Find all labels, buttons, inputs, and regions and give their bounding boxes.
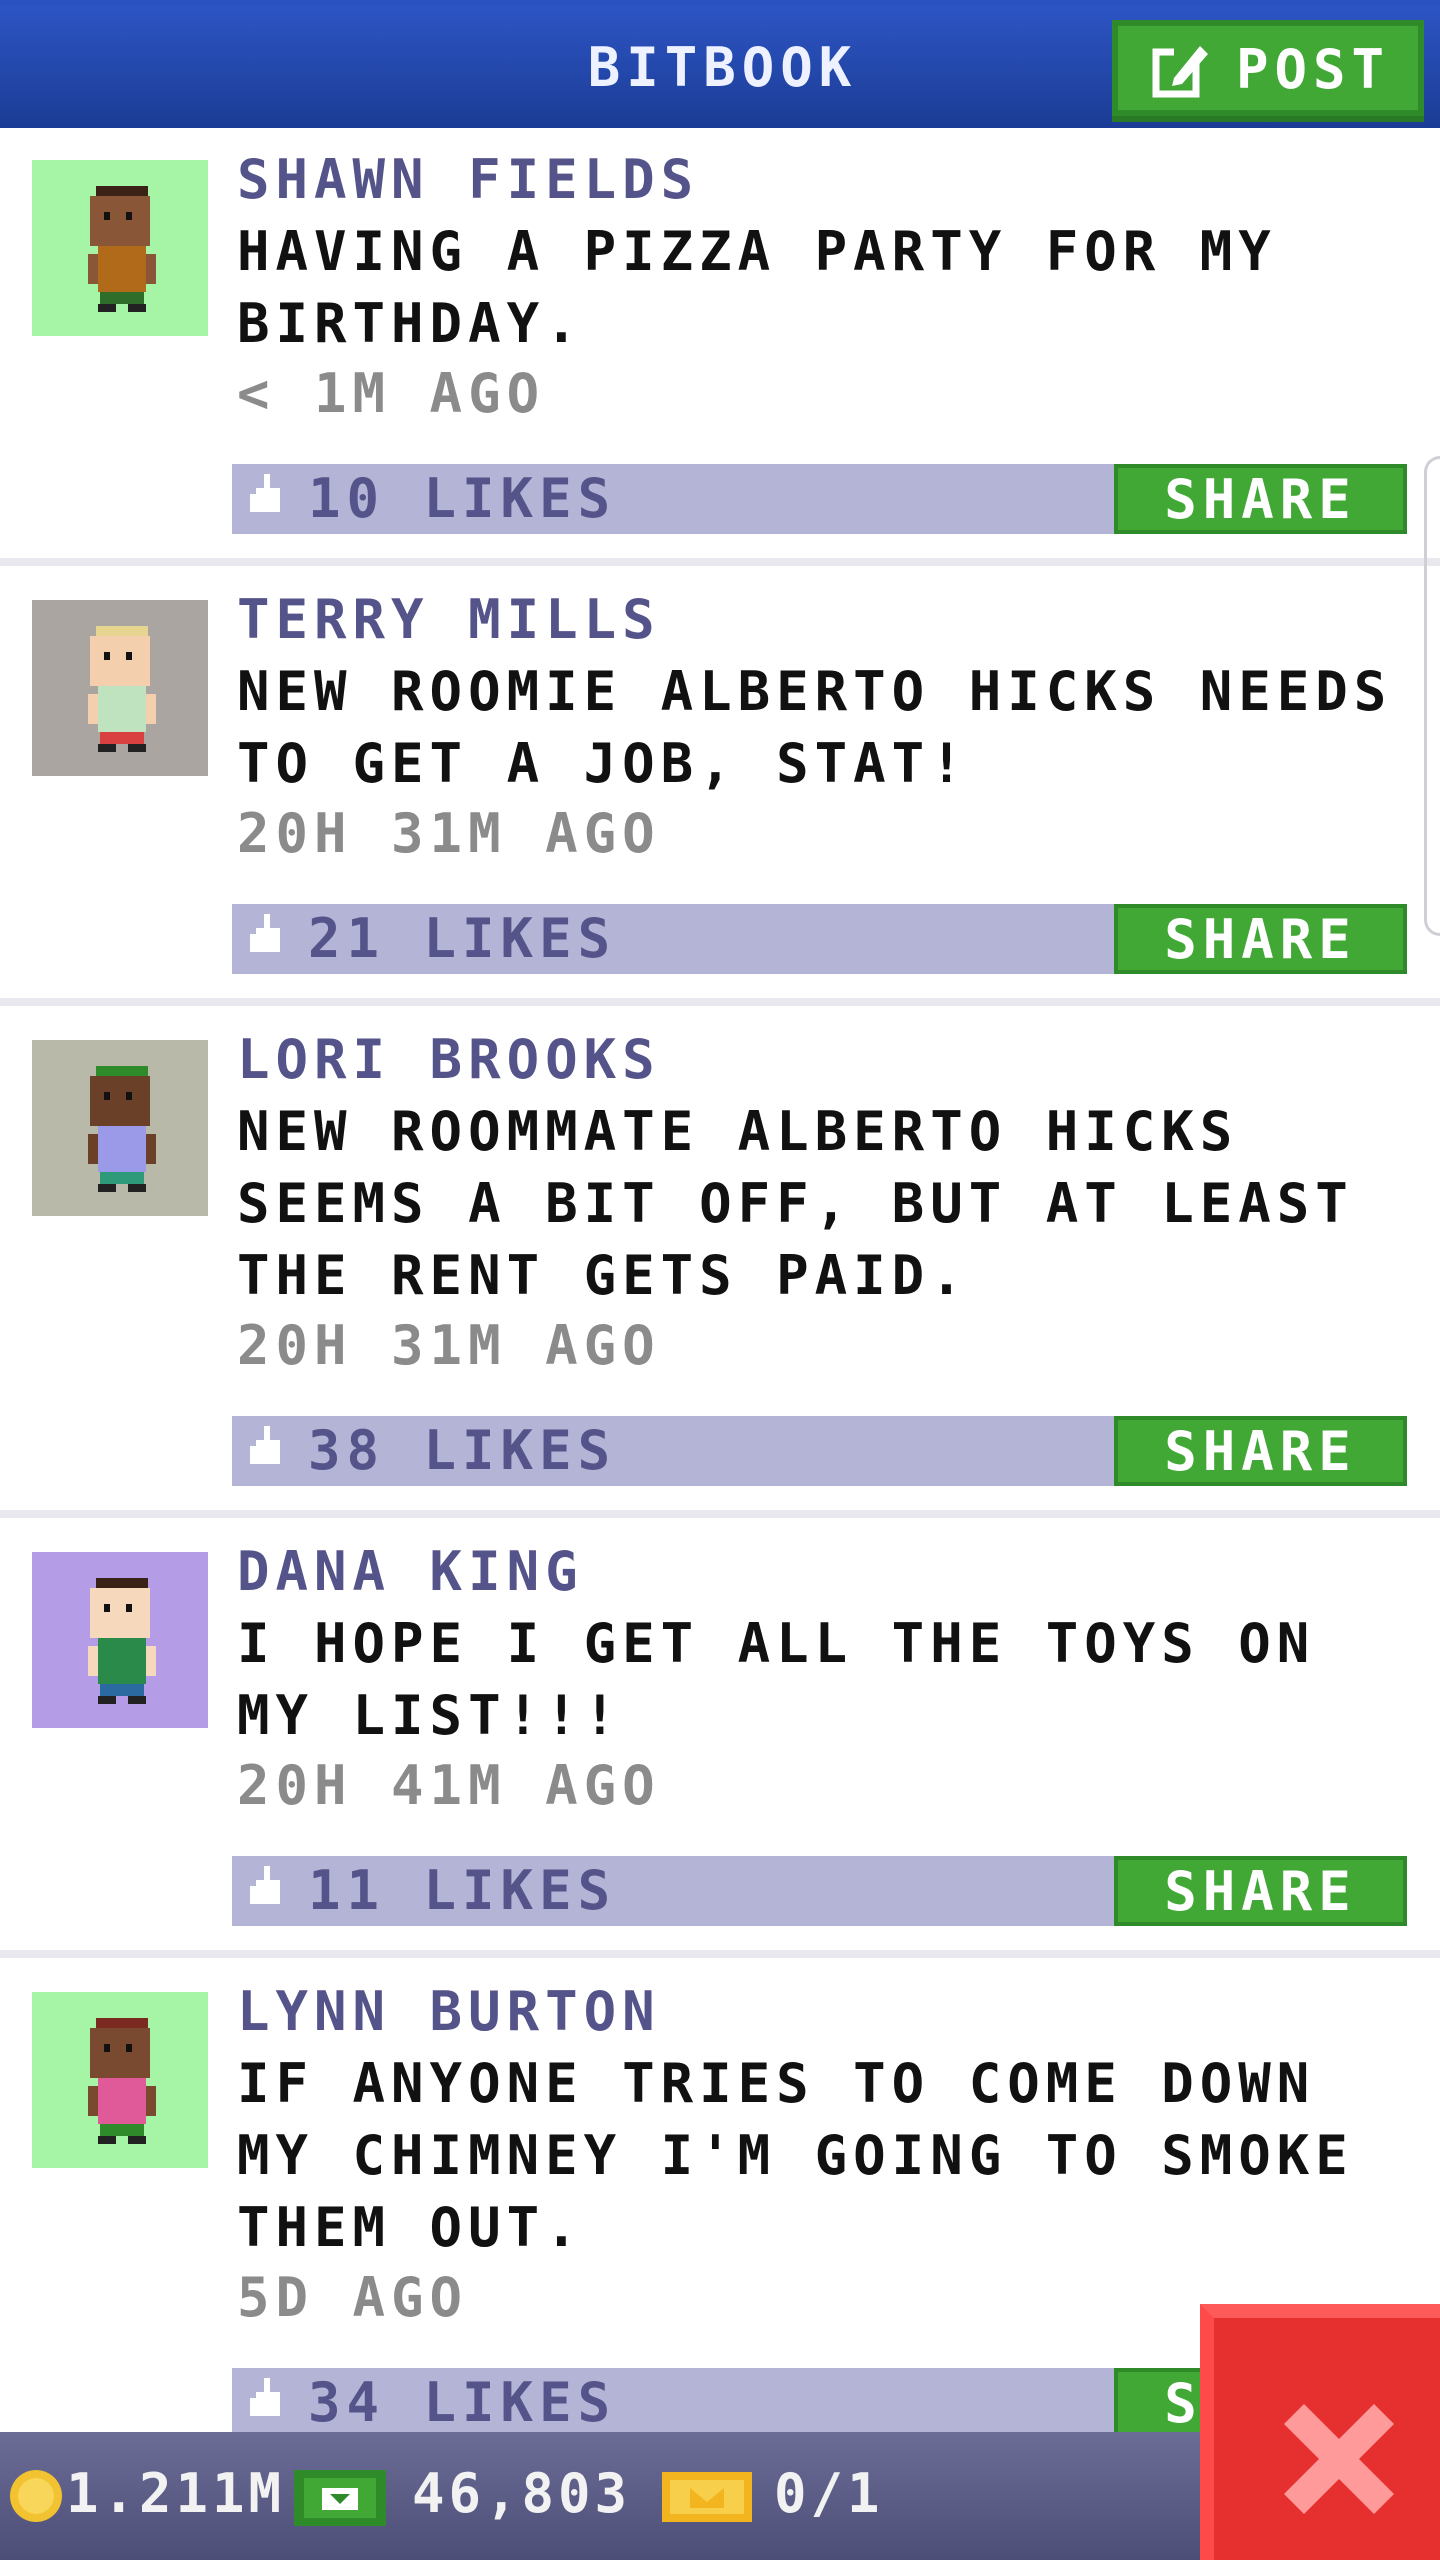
- divider: [0, 1950, 1440, 1958]
- post-message: NEW ROOMIE ALBERTO HICKS NEEDS TO GET A …: [237, 660, 1393, 795]
- likes-count: 21 LIKES: [308, 907, 617, 970]
- close-icon: [1284, 2404, 1394, 2514]
- likes-count: 10 LIKES: [308, 467, 617, 530]
- post-message: IF ANYONE TRIES TO COME DOWN MY CHIMNEY …: [237, 2052, 1354, 2259]
- page-title: BITBOOK: [587, 36, 858, 99]
- avatar[interactable]: [32, 160, 208, 336]
- avatar-figure: [32, 1992, 208, 2168]
- likes-bar: 10 LIKES SHARE: [232, 464, 1407, 534]
- divider: [0, 1510, 1440, 1518]
- like-thumb-icon[interactable]: [250, 914, 284, 958]
- share-button[interactable]: SHARE: [1114, 1856, 1407, 1926]
- share-button[interactable]: SHARE: [1114, 464, 1407, 534]
- close-button[interactable]: [1200, 2304, 1440, 2560]
- post-timestamp: < 1M AGO: [237, 362, 546, 425]
- post-timestamp: 20H 31M AGO: [237, 802, 661, 865]
- like-thumb-icon[interactable]: [250, 1426, 284, 1470]
- bux-icon: [294, 2470, 386, 2526]
- coin-icon: [10, 2470, 62, 2522]
- like-thumb-icon[interactable]: [250, 2378, 284, 2422]
- post-button-label: POST: [1236, 38, 1391, 101]
- edit-icon: [1152, 46, 1210, 98]
- avatar-figure: [32, 600, 208, 776]
- divider: [0, 998, 1440, 1006]
- avatar[interactable]: [32, 1040, 208, 1216]
- post-message: I HOPE I GET ALL THE TOYS ON MY LIST!!!: [237, 1612, 1316, 1747]
- like-thumb-icon[interactable]: [250, 474, 284, 518]
- post-timestamp: 20H 31M AGO: [237, 1314, 661, 1377]
- likes-count: 38 LIKES: [308, 1419, 617, 1482]
- avatar[interactable]: [32, 1992, 208, 2168]
- share-button[interactable]: SHARE: [1114, 1416, 1407, 1486]
- avatar-figure: [32, 1040, 208, 1216]
- share-button-label: SHARE: [1164, 1420, 1357, 1483]
- tickets-value: 0/1: [774, 2462, 884, 2525]
- avatar[interactable]: [32, 600, 208, 776]
- avatar[interactable]: [32, 1552, 208, 1728]
- share-button-label: SHARE: [1164, 468, 1357, 531]
- share-button-label: SHARE: [1164, 908, 1357, 971]
- post-author[interactable]: LYNN BURTON: [237, 1982, 661, 2042]
- post-message: HAVING A PIZZA PARTY FOR MY BIRTHDAY.: [237, 220, 1277, 355]
- share-button-label: SHARE: [1164, 1860, 1357, 1923]
- likes-count: 11 LIKES: [308, 1859, 617, 1922]
- post-timestamp: 5D AGO: [237, 2266, 469, 2329]
- post-author[interactable]: TERRY MILLS: [237, 590, 661, 650]
- like-thumb-icon[interactable]: [250, 1866, 284, 1910]
- post-timestamp: 20H 41M AGO: [237, 1754, 661, 1817]
- scrollbar[interactable]: [1424, 456, 1440, 936]
- vip-ticket-icon: [662, 2472, 752, 2522]
- likes-bar: 11 LIKES SHARE: [232, 1856, 1407, 1926]
- post-message: NEW ROOMMATE ALBERTO HICKS SEEMS A BIT O…: [237, 1100, 1354, 1307]
- likes-bar: 21 LIKES SHARE: [232, 904, 1407, 974]
- avatar-figure: [32, 160, 208, 336]
- coins-value: 1.211M: [66, 2462, 286, 2525]
- post-author[interactable]: DANA KING: [237, 1542, 584, 1602]
- post-author[interactable]: LORI BROOKS: [237, 1030, 661, 1090]
- share-button[interactable]: SHARE: [1114, 904, 1407, 974]
- likes-bar: 38 LIKES SHARE: [232, 1416, 1407, 1486]
- divider: [0, 558, 1440, 566]
- post-button[interactable]: POST: [1112, 20, 1424, 116]
- app-header: BITBOOK POST: [0, 0, 1440, 128]
- avatar-figure: [32, 1552, 208, 1728]
- likes-count: 34 LIKES: [308, 2371, 617, 2434]
- bux-value: 46,803: [412, 2462, 632, 2525]
- post-author[interactable]: SHAWN FIELDS: [237, 150, 699, 210]
